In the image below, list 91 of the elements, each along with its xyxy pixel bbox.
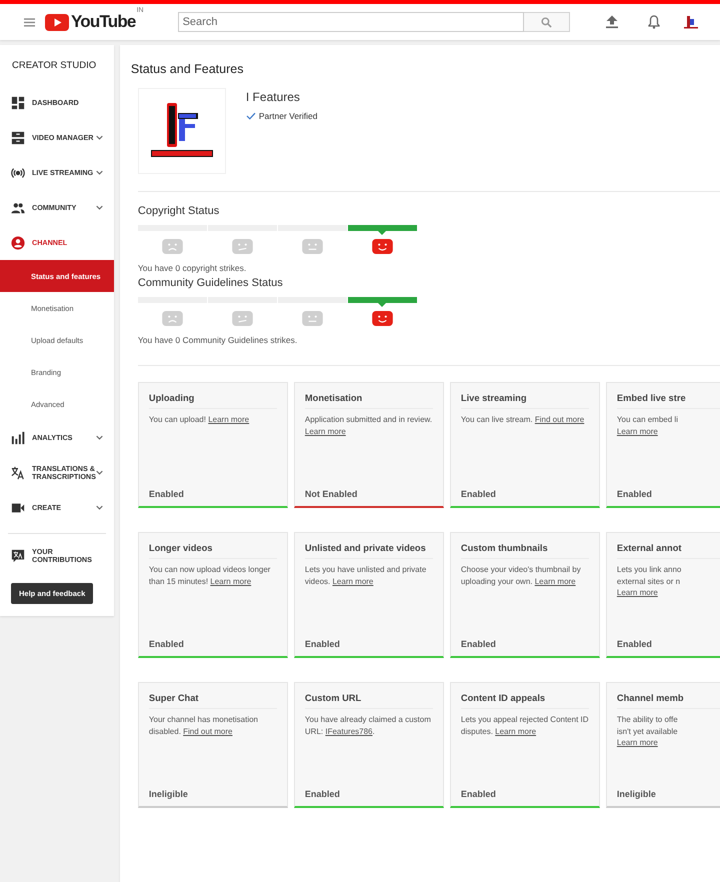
- feature-title: Longer videos: [148, 543, 277, 559]
- people-icon: [11, 200, 25, 214]
- feature-description: You can embed li: [616, 414, 679, 426]
- feature-description: isn't yet available: [616, 726, 679, 738]
- chevron-down-icon[interactable]: [96, 505, 103, 510]
- smiley-face-icon: [372, 239, 393, 254]
- sidebar-title: CREATOR STUDIO: [11, 59, 98, 73]
- feature-link[interactable]: Find out more: [183, 726, 232, 736]
- search-icon: [540, 16, 552, 28]
- feature-description: Choose your video's thumbnail by uploading your own. Learn more: [460, 564, 582, 588]
- feature-status: Enabled: [460, 489, 497, 499]
- feature-status: Enabled: [148, 489, 185, 499]
- feature-title: External annot: [616, 543, 720, 559]
- feature-description: Lets you link anno: [616, 564, 682, 576]
- feature-link[interactable]: Learn more: [616, 587, 658, 599]
- feature-title: Monetisation: [304, 393, 433, 409]
- feature-description: Your channel has monetisation disabled. Find out more: [148, 714, 260, 738]
- feature-link[interactable]: Learn more: [210, 576, 252, 586]
- broadcast-icon: [11, 166, 25, 180]
- feature-status: Not Enabled: [304, 489, 358, 499]
- feature-status: Ineligible: [148, 789, 189, 799]
- bell-icon[interactable]: [648, 15, 660, 29]
- feature-title: Live streaming: [460, 393, 589, 409]
- strikes-note: You have 0 copyright strikes.: [138, 263, 248, 273]
- status-heading: Copyright Status: [138, 205, 220, 217]
- search-button[interactable]: [524, 12, 570, 32]
- chevron-down-icon[interactable]: [96, 470, 103, 475]
- feature-status: Enabled: [304, 789, 341, 799]
- avatar-icon[interactable]: [684, 15, 698, 29]
- translate-bubble-icon: [11, 548, 25, 562]
- feature-title: Uploading: [148, 393, 277, 409]
- feature-description: The ability to offe: [616, 714, 679, 726]
- feature-title: Custom URL: [304, 693, 433, 709]
- feature-description: You have already claimed a custom URL: IFeatures786.: [304, 714, 432, 738]
- feature-status: Enabled: [460, 789, 497, 799]
- chevron-down-icon[interactable]: [96, 170, 103, 175]
- strikes-note: You have 0 Community Guidelines strikes.: [138, 335, 298, 345]
- feature-description: Lets you have unlisted and private videos. Learn more: [304, 564, 428, 588]
- feature-title: Channel memb: [616, 693, 720, 709]
- feature-link[interactable]: Learn more: [208, 415, 250, 424]
- status-heading: Community Guidelines Status: [138, 277, 284, 289]
- feature-description: You can live stream. Find out more: [460, 414, 586, 426]
- logo-text[interactable]: YouTube: [71, 12, 136, 32]
- feature-title: Embed live stre: [616, 393, 720, 409]
- smiley-face-icon: [372, 311, 393, 326]
- feature-link[interactable]: Find out more: [534, 415, 584, 424]
- page-title: Status and Features: [130, 61, 244, 78]
- play-logo-icon[interactable]: [45, 14, 69, 30]
- chevron-down-icon[interactable]: [96, 435, 103, 440]
- video-camera-icon: [11, 500, 25, 514]
- chevron-down-icon[interactable]: [96, 205, 103, 210]
- menu-icon[interactable]: [24, 18, 35, 26]
- feature-link[interactable]: Learn more: [304, 426, 346, 436]
- feature-link[interactable]: Learn more: [495, 726, 536, 736]
- feature-status: Enabled: [304, 639, 341, 649]
- feature-title: Custom thumbnails: [460, 543, 589, 559]
- neutral-face-icon: [232, 311, 253, 326]
- feature-description: external sites or n: [616, 576, 682, 588]
- feature-link[interactable]: IFeatures786: [325, 726, 372, 736]
- feature-status: Enabled: [460, 639, 497, 649]
- feature-title: Content ID appeals: [460, 693, 589, 709]
- neutral-face-icon: [302, 239, 323, 254]
- verification-status: Partner Verified: [258, 111, 318, 121]
- drawer-icon: [11, 130, 25, 144]
- feature-status: Ineligible: [616, 789, 657, 799]
- feature-title: Super Chat: [148, 693, 277, 709]
- feature-link[interactable]: Learn more: [332, 576, 374, 586]
- feature-status: Enabled: [616, 489, 653, 499]
- sad-face-icon: [162, 311, 183, 326]
- translate-icon: [11, 466, 25, 480]
- feature-link[interactable]: Learn more: [616, 737, 658, 749]
- search-field[interactable]: Search: [178, 12, 524, 32]
- chevron-down-icon[interactable]: [96, 135, 103, 140]
- feature-status: Enabled: [616, 639, 653, 649]
- feature-title: Unlisted and private videos: [304, 543, 433, 559]
- feature-description: You can upload! Learn more: [148, 414, 250, 426]
- person-icon: [11, 236, 25, 250]
- channel-name: I Features: [246, 90, 301, 104]
- neutral-face-icon: [232, 239, 253, 254]
- feature-description: Application submitted and in review. Learn more: [304, 414, 433, 438]
- checkmark-icon: [246, 112, 256, 120]
- feature-description: You can now upload videos longer than 15 minutes! Learn more: [148, 564, 272, 588]
- feature-link[interactable]: Learn more: [616, 426, 658, 438]
- bar-chart-icon: [11, 430, 25, 444]
- neutral-face-icon: [302, 311, 323, 326]
- feature-link[interactable]: Learn more: [534, 576, 576, 586]
- dashboard-icon: [11, 96, 25, 110]
- feature-status: Enabled: [148, 639, 185, 649]
- feature-description: Lets you appeal rejected Content ID disputes. Learn more: [460, 714, 589, 738]
- sad-face-icon: [162, 239, 183, 254]
- upload-icon[interactable]: [606, 15, 618, 29]
